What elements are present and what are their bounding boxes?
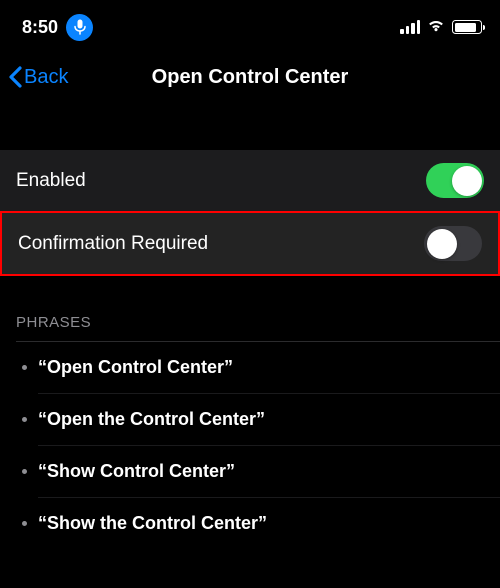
navigation-bar: Back Open Control Center (0, 50, 500, 104)
list-item[interactable]: “Show Control Center” (0, 446, 500, 497)
back-button[interactable]: Back (8, 66, 68, 89)
enabled-row: Enabled (0, 150, 500, 211)
battery-icon (452, 20, 482, 34)
back-label: Back (24, 66, 68, 89)
enabled-switch[interactable] (426, 163, 484, 198)
wifi-icon (426, 18, 446, 37)
phrases-list: “Open Control Center” “Open the Control … (0, 342, 500, 549)
enabled-label: Enabled (16, 170, 86, 192)
list-item[interactable]: “Open Control Center” (0, 342, 500, 393)
page-title: Open Control Center (152, 66, 349, 89)
status-left: 8:50 (22, 14, 93, 41)
mic-recording-icon (66, 14, 93, 41)
chevron-left-icon (8, 66, 22, 88)
list-item[interactable]: “Show the Control Center” (0, 498, 500, 549)
status-time: 8:50 (22, 17, 58, 38)
status-bar: 8:50 (0, 0, 500, 50)
confirmation-required-switch[interactable] (424, 226, 482, 261)
confirmation-required-label: Confirmation Required (18, 233, 208, 255)
phrases-header: PHRASES (0, 276, 500, 341)
settings-group: Enabled Confirmation Required (0, 150, 500, 276)
cellular-signal-icon (400, 20, 420, 34)
status-right (400, 18, 482, 37)
confirmation-required-row: Confirmation Required (0, 211, 500, 276)
list-item[interactable]: “Open the Control Center” (0, 394, 500, 445)
content: Enabled Confirmation Required PHRASES “O… (0, 104, 500, 549)
